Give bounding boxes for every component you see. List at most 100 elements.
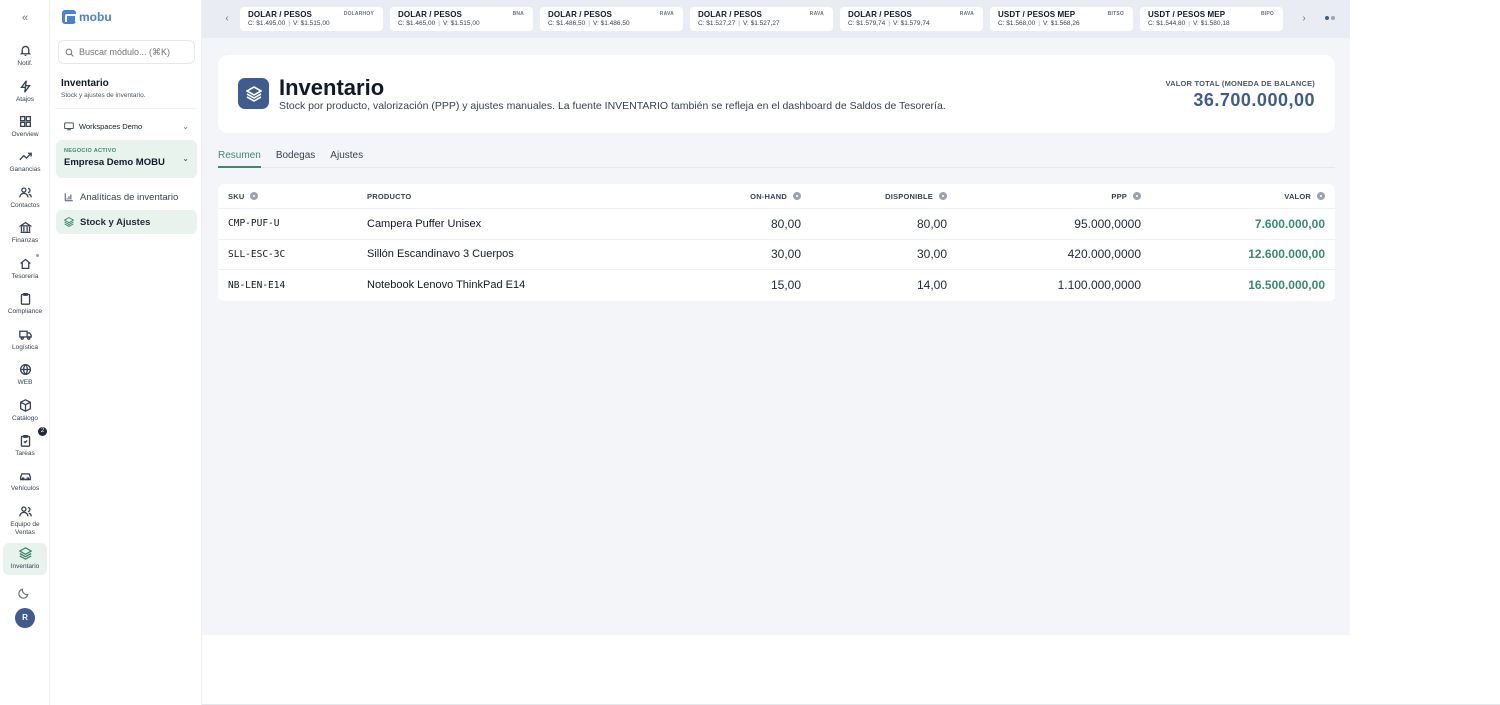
rail-item-atajos[interactable]: Atajos	[3, 80, 47, 104]
fx-card[interactable]: DOLAR / PESOS RAVA C: $1.579,74 | V: $1.57…	[840, 7, 983, 31]
fx-buy: C: $1.544,80	[1148, 20, 1186, 27]
active-business-selector[interactable]: NEGOCIO ACTIVO Empresa Demo MOBU ⌄	[56, 140, 197, 178]
rail-item-vehiculos[interactable]: Vehículos	[3, 469, 47, 493]
nav-item-label: Analíticas de inventario	[80, 191, 179, 203]
fx-quote: C: $1.465,00 | V: $1.515,00	[398, 20, 480, 27]
fx-source-badge: RAVA	[809, 11, 824, 17]
rail-item-compliance[interactable]: Compliance	[3, 292, 47, 316]
info-icon[interactable]	[939, 192, 947, 200]
product-cell: Sillón Escandinavo 3 Cuerpos	[367, 248, 514, 261]
bank-icon	[18, 221, 32, 234]
rail-item-label: Tareas	[15, 450, 35, 457]
nav-item-stock-ajustes[interactable]: Stock y Ajustes	[56, 210, 197, 234]
value-cell: 16.500.000,00	[1248, 278, 1325, 293]
rail-item-overview[interactable]: Overview	[3, 115, 47, 139]
tab-ajustes[interactable]: Ajustes	[330, 148, 363, 168]
fx-sell: V: $1.515,00	[292, 20, 330, 27]
rail-item-ganancias[interactable]: Ganancias	[3, 150, 47, 174]
rail-item-inventario[interactable]: Inventario	[3, 543, 47, 575]
search-input[interactable]	[79, 47, 191, 57]
rail-item-logistica[interactable]: Logística	[3, 328, 47, 352]
fx-buy: C: $1.495,00	[248, 20, 286, 27]
sku-cell: NB-LEN-E14	[228, 279, 286, 291]
table-row[interactable]: SLL-ESC-3C Sillón Escandinavo 3 Cuerpos …	[218, 240, 1335, 270]
tab-bodegas[interactable]: Bodegas	[276, 148, 315, 168]
tasks-count-badge: 2	[38, 427, 47, 436]
column-header-on-hand[interactable]: ON-HAND	[750, 184, 801, 208]
fx-source-badge: BNA	[512, 11, 524, 17]
moon-icon	[18, 588, 29, 599]
fx-pair: DOLAR / PESOS	[398, 10, 462, 19]
column-label: DISPONIBLE	[885, 191, 933, 201]
ppp-cell: 420.000,0000	[1067, 247, 1141, 262]
rail-item-tesoreria[interactable]: Tesorería	[3, 254, 47, 281]
info-icon[interactable]	[1133, 192, 1141, 200]
column-header-value[interactable]: VALOR	[1284, 184, 1325, 208]
fx-source-badge: RAVA	[959, 11, 974, 17]
rail-item-label: WEB	[17, 379, 33, 386]
tab-resumen[interactable]: Resumen	[218, 148, 261, 168]
ticker-pagination[interactable]	[1325, 16, 1335, 20]
fx-pair: USDT / PESOS MEP	[998, 10, 1076, 19]
fx-ticker: ‹ DOLAR / PESOS DOLARHOY C: $1.495,00 | V:…	[202, 0, 1350, 38]
chevron-right-icon[interactable]: ›	[1297, 12, 1311, 26]
column-header-product[interactable]: PRODUCTO	[367, 184, 411, 208]
divider	[55, 108, 197, 109]
logo[interactable]: mobu	[62, 10, 112, 24]
avatar[interactable]: R	[15, 608, 35, 628]
rail-item-contactos[interactable]: Contactos	[3, 186, 47, 210]
module-search[interactable]	[58, 40, 195, 64]
workspace-selector[interactable]: Workspaces Demo ⌄	[58, 117, 195, 135]
rail-item-catalogo[interactable]: Catálogo	[3, 399, 47, 423]
info-icon[interactable]	[250, 192, 259, 200]
nav-item-analiticas[interactable]: Analíticas de inventario	[56, 185, 197, 209]
rail-item-label: Contactos	[10, 202, 40, 209]
fx-card[interactable]: DOLAR / PESOS RAVA C: $1.486,50 | V: $1.48…	[540, 7, 683, 31]
fx-quote: C: $1.544,80 | V: $1.580,18	[1148, 20, 1230, 27]
rail-item-label: Ganancias	[9, 166, 41, 173]
rail-item-label: Catálogo	[11, 415, 39, 422]
collapse-rail-icon[interactable]: «	[17, 11, 33, 25]
on-hand-cell: 80,00	[770, 216, 801, 231]
rail-item-finanzas[interactable]: Finanzas	[3, 221, 47, 245]
theme-toggle[interactable]	[18, 586, 32, 600]
fx-card[interactable]: USDT / PESOS MEP BIPO C: $1.544,80 | V: $1…	[1140, 7, 1283, 31]
fx-sell: V: $1.527,27	[742, 20, 780, 27]
truck-icon	[18, 330, 32, 340]
fx-card[interactable]: DOLAR / PESOS BNA C: $1.465,00 | V: $1.515…	[390, 7, 533, 31]
clipboard-icon	[20, 292, 30, 305]
on-hand-cell: 30,00	[770, 247, 801, 262]
table-row[interactable]: NB-LEN-E14 Notebook Lenovo ThinkPad E14 …	[218, 270, 1335, 301]
rail-item-equipo-ventas[interactable]: Equipo de Ventas	[3, 505, 47, 537]
table-row[interactable]: CMP-PUF-U Campera Puffer Unisex 80,00 80…	[218, 209, 1335, 240]
analytics-icon	[64, 193, 73, 202]
column-label: ON-HAND	[750, 191, 787, 201]
logo-text: mobu	[79, 10, 112, 24]
rail-item-web[interactable]: WEB	[3, 363, 47, 387]
home-icon	[19, 258, 31, 270]
table-header: SKU PRODUCTO ON-HAND DISPONIBLE PPP VALO…	[218, 184, 1335, 209]
sku-cell: SLL-ESC-3C	[228, 248, 286, 260]
fx-card[interactable]: DOLAR / PESOS RAVA C: $1.527,27 | V: $1.52…	[690, 7, 833, 31]
fx-card[interactable]: DOLAR / PESOS DOLARHOY C: $1.495,00 | V: $…	[240, 7, 383, 31]
rail-item-tareas[interactable]: 2 Tareas	[3, 427, 47, 458]
info-icon[interactable]	[793, 192, 801, 200]
users-icon	[18, 187, 32, 198]
mobu-logo-icon	[62, 10, 77, 24]
box-icon	[19, 399, 31, 412]
column-label: VALOR	[1284, 191, 1311, 201]
column-header-available[interactable]: DISPONIBLE	[885, 184, 947, 208]
info-icon[interactable]	[1317, 192, 1325, 200]
fx-buy: C: $1.527,27	[698, 20, 736, 27]
fx-card[interactable]: USDT / PESOS MEP BITSO C: $1.568,00 | V: $…	[990, 7, 1133, 31]
fx-source-badge: DOLARHOY	[343, 11, 374, 17]
product-cell: Notebook Lenovo ThinkPad E14	[367, 279, 526, 292]
chevron-left-icon[interactable]: ‹	[220, 12, 234, 26]
stock-table: SKU PRODUCTO ON-HAND DISPONIBLE PPP VALO…	[218, 184, 1335, 301]
rail-item-label: Inventario	[10, 563, 40, 570]
module-sidebar: mobu Inventario Stock y ajustes de inven…	[50, 0, 202, 705]
rail-item-notificaciones[interactable]: Notif.	[3, 44, 47, 68]
column-header-sku[interactable]: SKU	[228, 184, 259, 208]
fx-buy: C: $1.568,00	[998, 20, 1036, 27]
column-header-ppp[interactable]: PPP	[1111, 184, 1141, 208]
